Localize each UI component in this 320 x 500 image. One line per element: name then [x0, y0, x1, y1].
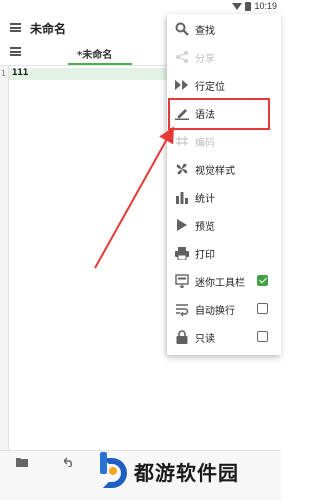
tab-untitled[interactable]: *未命名 — [77, 46, 112, 61]
menu-item-label: 分享 — [195, 54, 215, 65]
line-gutter — [0, 66, 9, 450]
line-number: 1 — [1, 69, 6, 78]
menu-item-encoding[interactable]: 编码 — [167, 128, 281, 154]
menu-item-statistics[interactable]: 统计 — [167, 184, 281, 210]
word-wrap-checkbox[interactable] — [257, 303, 268, 314]
menu-item-label: 编码 — [195, 138, 215, 149]
overflow-menu: 查找 分享 行定位 语法 编码 视觉样式 统计 预览 打印 迷你工具栏 自动换行… — [167, 14, 281, 355]
menu-item-label: 查找 — [195, 26, 215, 37]
file-list-icon[interactable] — [10, 47, 21, 56]
menu-item-label: 打印 — [195, 250, 215, 261]
menu-item-print[interactable]: 打印 — [167, 240, 281, 266]
menu-item-preview[interactable]: 预览 — [167, 212, 281, 238]
watermark-text: 都游软件园 — [134, 460, 239, 485]
play-icon — [174, 217, 190, 233]
menu-item-label: 迷你工具栏 — [195, 278, 245, 289]
menu-item-label: 预览 — [195, 222, 215, 233]
annotation-highlight-box — [168, 98, 270, 130]
wrap-icon — [174, 301, 190, 317]
menu-item-visual-style[interactable]: 视觉样式 — [167, 156, 281, 182]
mini-toolbar-icon — [174, 273, 190, 289]
menu-item-goto-line[interactable]: 行定位 — [167, 72, 281, 98]
menu-item-label: 统计 — [195, 194, 215, 205]
battery-icon — [245, 1, 252, 11]
read-only-checkbox[interactable] — [257, 331, 268, 342]
menu-item-label: 行定位 — [195, 82, 225, 93]
printer-icon — [174, 245, 190, 261]
menu-item-label: 自动换行 — [195, 306, 235, 317]
goto-line-icon — [174, 77, 190, 93]
mini-toolbar-checkbox[interactable] — [257, 275, 268, 286]
watermark-logo-icon — [100, 452, 128, 490]
menu-item-read-only[interactable]: 只读 — [167, 324, 281, 350]
menu-item-word-wrap[interactable]: 自动换行 — [167, 296, 281, 322]
encoding-icon — [174, 133, 190, 149]
status-bar: 10:19 — [0, 0, 281, 14]
undo-icon[interactable] — [63, 457, 75, 470]
menu-item-mini-toolbar[interactable]: 迷你工具栏 — [167, 268, 281, 294]
active-tab-indicator — [68, 63, 132, 65]
folder-icon[interactable] — [16, 457, 28, 470]
watermark: 都游软件园 — [100, 452, 239, 490]
menu-item-label: 视觉样式 — [195, 166, 235, 177]
hamburger-menu-icon[interactable] — [10, 23, 21, 32]
fan-icon — [174, 161, 190, 177]
status-time: 10:19 — [254, 1, 277, 11]
search-icon — [174, 21, 190, 37]
menu-item-share[interactable]: 分享 — [167, 44, 281, 70]
bar-chart-icon — [174, 189, 190, 205]
share-icon — [174, 49, 190, 65]
wifi-icon — [232, 2, 243, 10]
lock-icon — [174, 329, 190, 345]
app-title: 未命名 — [30, 22, 67, 36]
line-text[interactable]: 111 — [12, 68, 28, 78]
menu-item-find[interactable]: 查找 — [167, 16, 281, 42]
menu-item-label: 只读 — [195, 334, 215, 345]
